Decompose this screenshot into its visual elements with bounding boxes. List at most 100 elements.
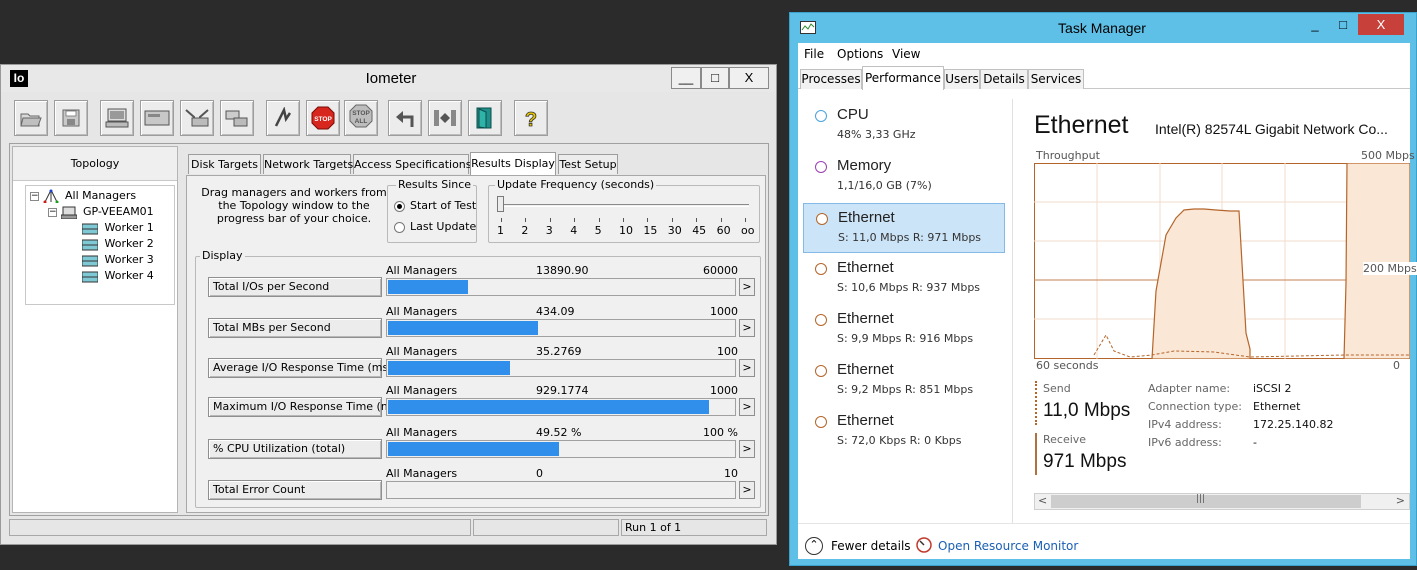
resource-name: Ethernet: [837, 259, 894, 276]
new-disk-worker-button[interactable]: [180, 100, 214, 136]
resource-item-memory[interactable]: Memory 1,1/16,0 GB (7%): [803, 152, 1005, 202]
metric-select-button[interactable]: Total Error Count: [208, 480, 382, 500]
duplicate-worker-button[interactable]: [428, 100, 462, 136]
tm-maximize-button[interactable]: □: [1330, 16, 1356, 36]
iometer-body: Topology − All Managers − GP-VEEAM01 Wor…: [9, 143, 769, 516]
new-network-worker-button[interactable]: [220, 100, 254, 136]
reset-workers-button[interactable]: [388, 100, 422, 136]
metric-select-button[interactable]: % CPU Utilization (total): [208, 439, 382, 459]
divider: [1012, 99, 1013, 523]
metric-manager-label: All Managers: [386, 345, 458, 358]
collapse-toggle-icon[interactable]: −: [30, 191, 39, 201]
update-frequency-group: Update Frequency (seconds) 1 2 3 4 5 10 15 30 45…: [488, 178, 760, 243]
start-tests-button[interactable]: [266, 100, 300, 136]
update-frequency-slider-track[interactable]: [499, 204, 749, 207]
slider-tick: [525, 218, 527, 222]
scrollbar-thumb[interactable]: |||: [1051, 494, 1361, 508]
slider-tick-label: 60: [716, 224, 731, 237]
metric-expand-button[interactable]: >: [739, 359, 755, 377]
metric-expand-button[interactable]: >: [739, 481, 755, 499]
resource-item-ethernet[interactable]: Ethernet S: 9,9 Mbps R: 916 Mbps: [803, 305, 1005, 355]
resource-item-ethernet[interactable]: Ethernet S: 9,2 Mbps R: 851 Mbps: [803, 356, 1005, 406]
menu-options[interactable]: Options: [837, 47, 883, 61]
save-button[interactable]: [54, 100, 88, 136]
prop-value: Ethernet: [1253, 400, 1301, 413]
resource-detail: 1,1/16,0 GB (7%): [837, 179, 932, 192]
topology-tree: − All Managers − GP-VEEAM01 Worker 1 Wor…: [25, 185, 175, 305]
prop-key: IPv6 address:: [1148, 436, 1222, 449]
resource-name: Memory: [837, 157, 892, 174]
chevron-up-icon[interactable]: ⌃: [805, 537, 823, 555]
tree-item-worker[interactable]: Worker 3: [82, 252, 154, 268]
show-display-button[interactable]: [100, 100, 134, 136]
tm-footer: ⌃ Fewer details Open Resource Monitor: [798, 523, 1410, 559]
radio-last-update[interactable]: Last Update: [394, 220, 476, 233]
metric-progress-fill: [388, 442, 559, 456]
slider-tick-label: 10: [619, 224, 633, 237]
tab-services[interactable]: Services: [1028, 69, 1084, 89]
menu-file[interactable]: File: [804, 47, 824, 61]
collapse-toggle-icon[interactable]: −: [48, 207, 57, 217]
tree-item-worker[interactable]: Worker 4: [82, 268, 154, 284]
tab-access-specifications[interactable]: Access Specifications: [353, 154, 472, 174]
tm-close-button[interactable]: X: [1358, 14, 1404, 35]
scroll-right-icon[interactable]: >: [1396, 494, 1405, 507]
metric-select-button[interactable]: Average I/O Response Time (ms): [208, 358, 393, 378]
help-button[interactable]: ?: [514, 100, 548, 136]
stop-all-icon-label-bottom: ALL: [355, 118, 368, 125]
tab-disk-targets[interactable]: Disk Targets: [188, 154, 261, 174]
tree-item-worker[interactable]: Worker 2: [82, 236, 154, 252]
metric-value: 13890.90: [536, 264, 589, 277]
open-folder-button[interactable]: [14, 100, 48, 136]
resource-item-ethernet[interactable]: Ethernet S: 10,6 Mbps R: 937 Mbps: [803, 254, 1005, 304]
tab-performance[interactable]: Performance: [862, 66, 944, 90]
resource-item-ethernet[interactable]: Ethernet S: 11,0 Mbps R: 971 Mbps: [803, 203, 1005, 253]
save-icon: [62, 109, 80, 127]
resource-monitor-icon: [916, 537, 932, 553]
tree-item-manager[interactable]: − GP-VEEAM01: [48, 204, 154, 220]
tab-results-display[interactable]: Results Display: [470, 152, 556, 175]
tab-details[interactable]: Details: [980, 69, 1028, 89]
exit-button[interactable]: [468, 100, 502, 136]
iometer-maximize-button[interactable]: □: [701, 67, 729, 89]
metric-value: 929.1774: [536, 384, 589, 397]
scroll-left-icon[interactable]: <: [1038, 494, 1047, 507]
slider-tick: [745, 218, 746, 222]
tm-minimize-button[interactable]: _: [1302, 16, 1328, 36]
metric-expand-button[interactable]: >: [739, 440, 755, 458]
tab-users[interactable]: Users: [944, 69, 980, 89]
iometer-close-button[interactable]: X: [729, 67, 769, 89]
metric-select-button[interactable]: Maximum I/O Response Time (ms): [208, 397, 402, 417]
metric-expand-button[interactable]: >: [739, 319, 755, 337]
tree-item-worker[interactable]: Worker 1: [82, 220, 154, 236]
resource-item-cpu[interactable]: CPU 48% 3,33 GHz: [803, 101, 1005, 151]
radio-start-of-test[interactable]: Start of Test: [394, 199, 476, 212]
resource-detail: S: 10,6 Mbps R: 937 Mbps: [837, 281, 981, 294]
open-resource-monitor-link[interactable]: Open Resource Monitor: [938, 539, 1078, 553]
metric-progress-bar: [386, 359, 736, 377]
metric-select-button[interactable]: Total I/Os per Second: [208, 277, 382, 297]
iometer-minimize-button[interactable]: __: [671, 67, 701, 89]
resource-name: Ethernet: [837, 412, 894, 429]
tab-network-targets[interactable]: Network Targets: [263, 154, 353, 174]
horizontal-scrollbar[interactable]: < ||| >: [1034, 493, 1410, 510]
metric-progress-fill: [388, 321, 538, 335]
resource-item-ethernet[interactable]: Ethernet S: 72,0 Kbps R: 0 Kbps: [803, 407, 1005, 457]
stop-button[interactable]: STOP: [306, 100, 340, 136]
tree-item-all-managers[interactable]: − All Managers: [30, 188, 136, 204]
new-manager-button[interactable]: [140, 100, 174, 136]
stop-all-button[interactable]: STOP ALL: [344, 100, 378, 136]
tab-test-setup[interactable]: Test Setup: [558, 154, 618, 174]
help-icon-label: ?: [525, 109, 537, 130]
metric-expand-button[interactable]: >: [739, 278, 755, 296]
fewer-details-link[interactable]: Fewer details: [831, 539, 911, 553]
menu-view[interactable]: View: [892, 47, 920, 61]
help-icon: ?: [524, 109, 537, 130]
radio-button[interactable]: [394, 221, 405, 233]
metric-expand-button[interactable]: >: [739, 398, 755, 416]
metric-select-button[interactable]: Total MBs per Second: [208, 318, 382, 338]
metric-manager-label: All Managers: [386, 305, 458, 318]
tab-processes[interactable]: Processes: [800, 69, 862, 89]
radio-button-selected[interactable]: [394, 200, 405, 212]
update-frequency-slider-thumb[interactable]: [497, 196, 504, 212]
